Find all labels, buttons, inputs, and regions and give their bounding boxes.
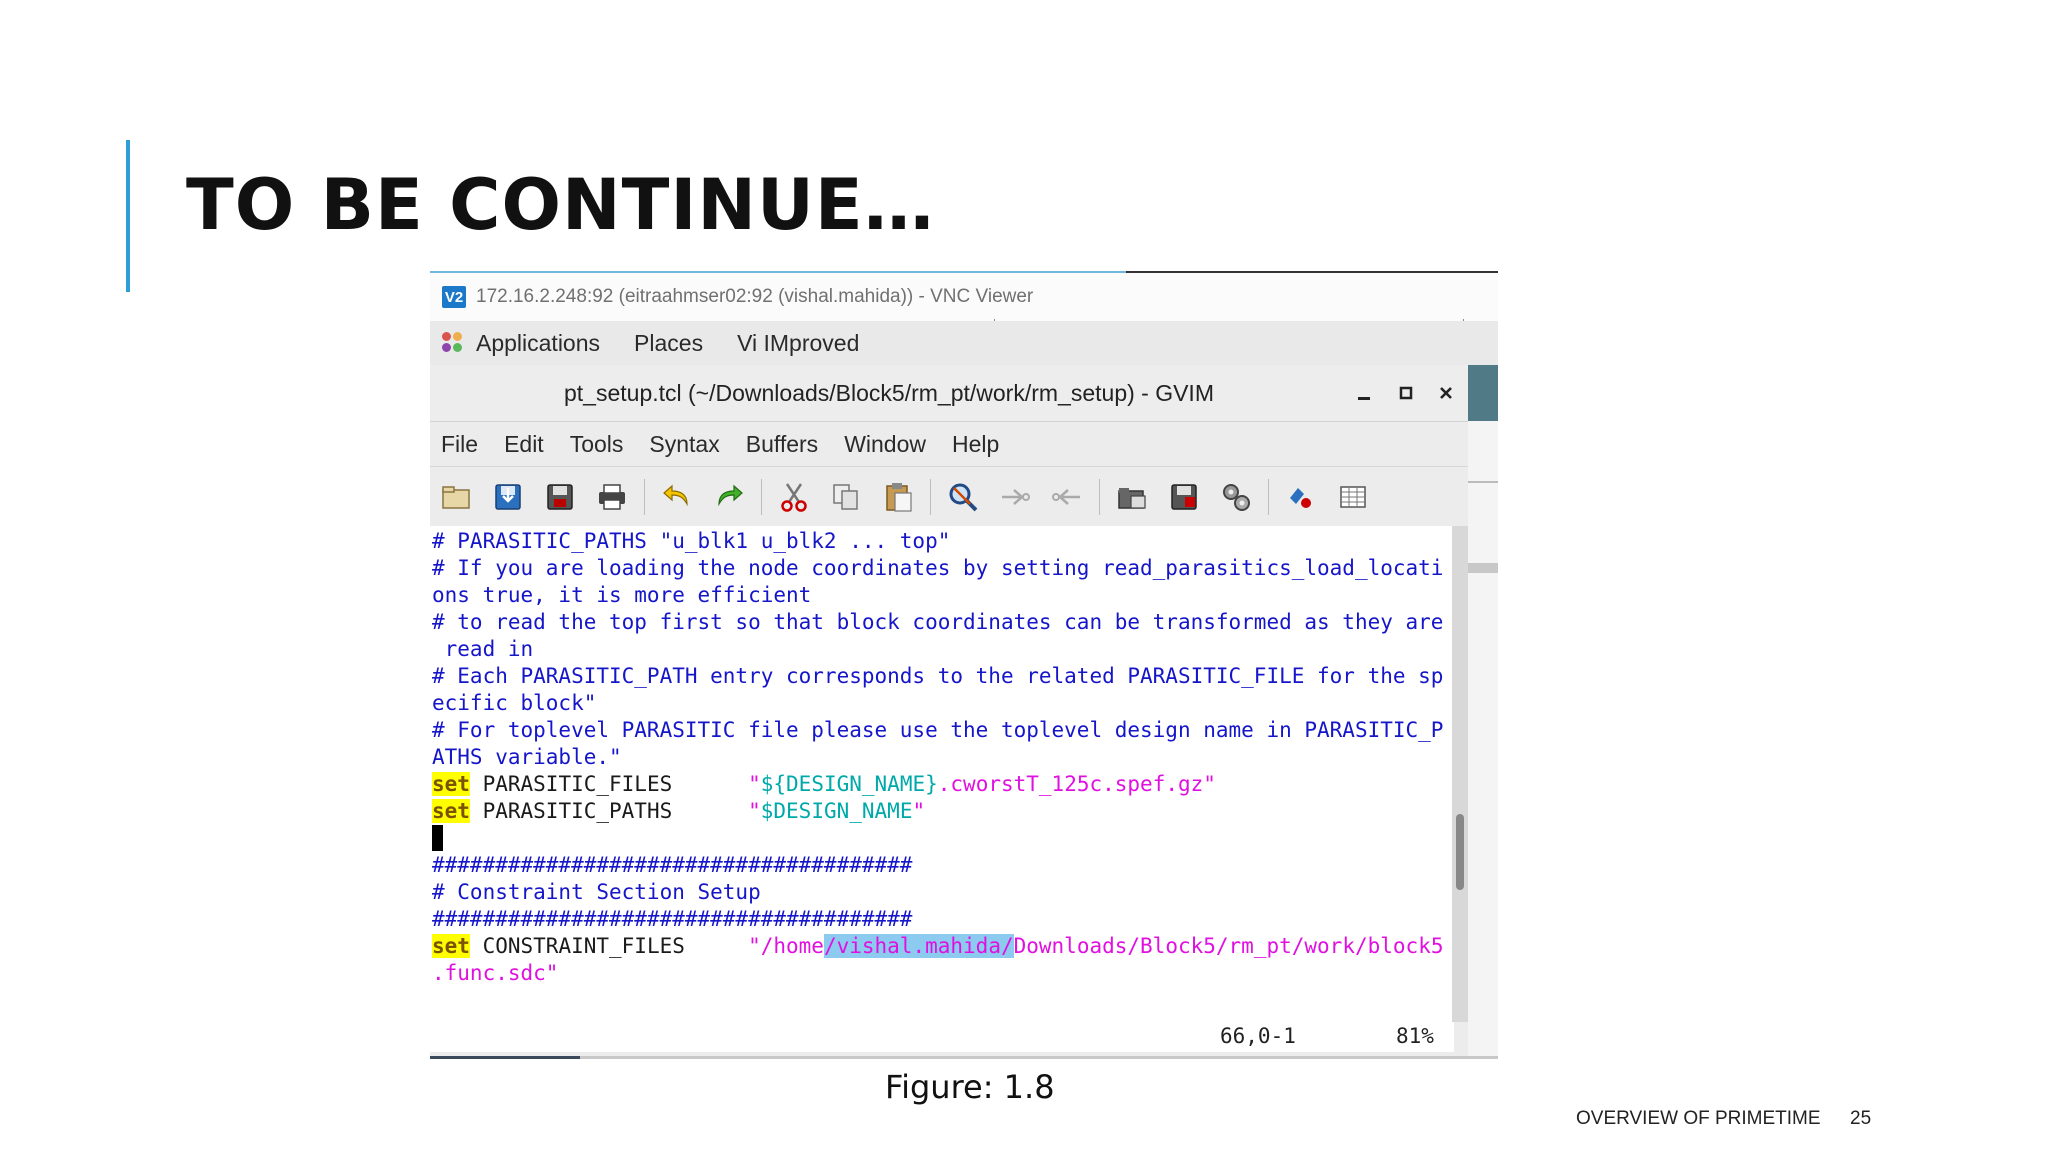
save-session-icon[interactable] [1164,477,1204,517]
background-window-edge [1468,365,1498,1057]
footer-title: OVERVIEW OF PRIMETIME [1576,1108,1821,1129]
print-icon[interactable] [592,477,632,517]
find-previous-icon[interactable] [1047,477,1087,517]
make-icon[interactable] [1281,477,1321,517]
places-menu[interactable]: Places [634,330,703,357]
bottom-divider [430,1056,1498,1059]
paste-icon[interactable] [878,477,918,517]
code-line: ###################################### [432,907,913,931]
page-number: 25 [1850,1108,1872,1129]
vnc-title-text: 172.16.2.248:92 (eitraahmser02:92 (visha… [476,286,1034,307]
load-session-icon[interactable] [1112,477,1152,517]
vim-status-line: 66,0-1 81% [430,1022,1454,1052]
set-keyword: set [432,772,470,796]
maximize-button[interactable] [1386,373,1426,413]
open-file-icon[interactable] [436,477,476,517]
vnc-screenshot: V2 172.16.2.248:92 (eitraahmser02:92 (vi… [430,271,1498,1059]
code-line: # Each PARASITIC_PATH entry corresponds … [432,664,1444,688]
find-next-icon[interactable] [995,477,1035,517]
close-icon [1440,387,1452,399]
code-line: ATHS variable." [432,745,622,769]
vnc-title-bar: V2 172.16.2.248:92 (eitraahmser02:92 (vi… [430,273,1498,321]
maximize-icon [1399,386,1413,400]
code-line [432,825,1446,852]
gvim-title-bar: pt_setup.tcl (~/Downloads/Block5/rm_pt/w… [430,365,1468,422]
code-line: read in [432,637,534,661]
minimize-icon [1358,397,1370,400]
redo-icon[interactable] [709,477,749,517]
code-line: ###################################### [432,853,913,877]
menu-edit[interactable]: Edit [504,431,544,458]
gvim-window: pt_setup.tcl (~/Downloads/Block5/rm_pt/w… [430,365,1469,1057]
code-line: set CONSTRAINT_FILES "/home/vishal.mahid… [432,934,1444,958]
scrollbar-thumb[interactable] [1456,814,1464,890]
tag-icon[interactable] [1333,477,1373,517]
applications-menu[interactable]: Applications [476,330,600,357]
code-line: set PARASITIC_FILES "${DESIGN_NAME}.cwor… [432,772,1216,796]
undo-icon[interactable] [657,477,697,517]
title-accent-bar [126,140,130,292]
code-buffer[interactable]: # PARASITIC_PATHS "u_blk1 u_blk2 ... top… [432,528,1446,987]
close-button[interactable] [1426,373,1466,413]
menu-syntax[interactable]: Syntax [649,431,719,458]
run-script-icon[interactable] [1216,477,1256,517]
vertical-scrollbar[interactable] [1452,526,1468,1022]
vnc-logo-icon: V2 [442,286,466,308]
code-line: # If you are loading the node coordinate… [432,556,1444,580]
figure-caption: Figure: 1.8 [885,1068,1055,1106]
code-line: ons true, it is more efficient [432,583,812,607]
vim-app-menu[interactable]: Vi IMproved [737,330,859,357]
code-line: .func.sdc" [432,961,559,985]
cursor-position: 66,0-1 [1220,1024,1296,1048]
gvim-toolbar [430,467,1468,528]
code-line: # to read the top first so that block co… [432,610,1444,634]
code-line: # PARASITIC_PATHS "u_blk1 u_blk2 ... top… [432,529,951,553]
code-line: # Constraint Section Setup [432,880,761,904]
gnome-top-panel: Applications Places Vi IMproved [430,321,1498,365]
set-keyword: set [432,934,470,958]
save-all-icon[interactable] [540,477,580,517]
slide-title: TO BE CONTINUE… [186,164,935,246]
minimize-button[interactable] [1344,373,1384,413]
code-line: ecific block" [432,691,597,715]
gvim-menu-bar: File Edit Tools Syntax Buffers Window He… [430,422,1468,467]
scroll-percent: 81% [1396,1024,1434,1048]
set-keyword: set [432,799,470,823]
menu-buffers[interactable]: Buffers [746,431,818,458]
menu-tools[interactable]: Tools [570,431,624,458]
find-replace-icon[interactable] [943,477,983,517]
cut-icon[interactable] [774,477,814,517]
gvim-editor[interactable]: # PARASITIC_PATHS "u_blk1 u_blk2 ... top… [430,526,1454,1022]
copy-icon[interactable] [826,477,866,517]
menu-help[interactable]: Help [952,431,999,458]
selected-text: /vishal.mahida/ [823,934,1014,958]
menu-window[interactable]: Window [844,431,926,458]
code-line: set PARASITIC_PATHS "$DESIGN_NAME" [432,799,926,823]
text-cursor [432,825,443,851]
save-icon[interactable] [488,477,528,517]
code-line: # For toplevel PARASITIC file please use… [432,718,1444,742]
gvim-title-text: pt_setup.tcl (~/Downloads/Block5/rm_pt/w… [564,379,1214,406]
menu-file[interactable]: File [441,431,478,458]
applications-icon [442,332,464,354]
